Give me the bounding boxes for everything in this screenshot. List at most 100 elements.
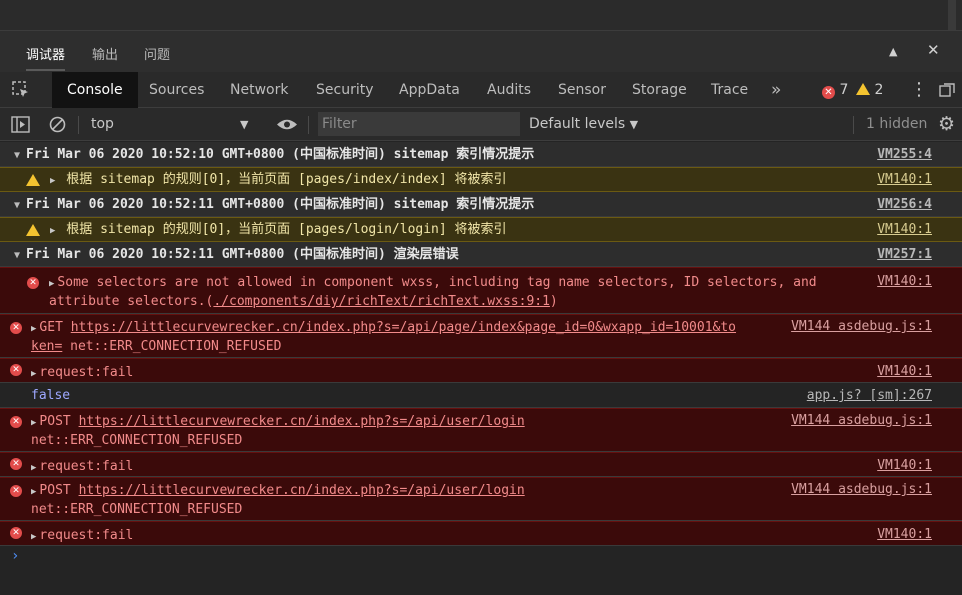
error-row: ✕ ▶ request:fail VM140:1 [0, 358, 962, 383]
http-method: POST [39, 414, 79, 429]
error-message: ▶ request:fail [31, 458, 962, 477]
tab-console[interactable]: Console [52, 72, 138, 108]
tab-output[interactable]: 输出 [92, 44, 118, 63]
close-icon[interactable]: ✕ [927, 41, 940, 59]
request-url[interactable]: https://littlecurvewrecker.cn/index.php?… [79, 483, 525, 498]
tab-appdata[interactable]: AppData [399, 72, 460, 108]
gear-icon[interactable]: ⚙ [938, 108, 955, 141]
prompt-chevron-icon: › [11, 548, 20, 564]
request-url[interactable]: https://littlecurvewrecker.cn/index.php?… [79, 414, 525, 429]
console-output: ▼ Fri Mar 06 2020 10:52:10 GMT+0800 (中国标准… [0, 142, 962, 595]
error-icon: ✕ [10, 485, 22, 497]
source-link[interactable]: VM140:1 [877, 458, 932, 473]
divider [853, 116, 854, 134]
filter-input[interactable] [318, 112, 520, 136]
error-text: net::ERR_CONNECTION_REFUSED [31, 502, 243, 517]
error-text: request:fail [39, 365, 134, 380]
more-tabs-icon[interactable]: » [771, 72, 781, 108]
clear-console-icon[interactable] [49, 116, 66, 133]
warning-icon [26, 224, 40, 236]
error-message: ▶ Some selectors are not allowed in compo… [49, 274, 962, 311]
error-row: ✕ ▶ Some selectors are not allowed in com… [0, 267, 962, 314]
source-link[interactable]: VM257:1 [877, 242, 932, 267]
group-title: Fri Mar 06 2020 10:52:10 GMT+0800 (中国标准时… [26, 147, 535, 162]
inspect-element-icon[interactable] [12, 81, 30, 99]
collapse-triangle-icon[interactable]: ▼ [14, 143, 20, 168]
error-text: request:fail [39, 528, 134, 543]
expand-icon[interactable]: ▶ [31, 369, 36, 379]
expand-icon[interactable]: ▶ [31, 487, 36, 497]
error-text: Some selectors are not allowed in compon… [57, 275, 817, 290]
expand-icon[interactable]: ▶ [50, 176, 55, 186]
log-levels-select[interactable]: Default levels ▼ [529, 108, 638, 141]
source-link[interactable]: VM140:1 [877, 364, 932, 379]
tab-problems[interactable]: 问题 [144, 44, 170, 63]
error-icon: ✕ [10, 527, 22, 539]
expand-icon[interactable]: ▶ [31, 418, 36, 428]
error-row: ✕ ▶ request:fail VM140:1 [0, 452, 962, 477]
source-link[interactable]: VM140:1 [877, 527, 932, 542]
scrollbar[interactable] [948, 0, 956, 30]
expand-icon[interactable]: ▶ [31, 324, 36, 334]
source-link[interactable]: VM140:1 [877, 274, 932, 289]
devtools-tabbar: Console Sources Network Security AppData… [0, 72, 962, 108]
tab-security[interactable]: Security [316, 72, 374, 108]
divider [78, 116, 79, 134]
warning-message: 根据 sitemap 的规则[0]，当前页面 [pages/index/inde… [66, 172, 507, 187]
source-link[interactable]: VM140:1 [877, 168, 932, 192]
log-value: false [31, 388, 71, 403]
context-dropdown-icon[interactable]: ▼ [240, 108, 248, 141]
file-link[interactable]: ./components/diy/richText/richText.wxss:… [213, 294, 550, 309]
warning-counter[interactable]: 2 [856, 72, 883, 108]
expand-icon[interactable]: ▶ [31, 463, 36, 473]
tab-debugger[interactable]: 调试器 [26, 44, 66, 71]
group-title: Fri Mar 06 2020 10:52:11 GMT+0800 (中国标准时… [26, 197, 535, 212]
expand-icon[interactable]: ▶ [31, 532, 36, 542]
error-icon: ✕ [10, 416, 22, 428]
error-text: request:fail [39, 459, 134, 474]
hidden-count: 1 hidden [866, 116, 928, 132]
source-link[interactable]: VM255:4 [877, 142, 932, 167]
warning-icon [26, 174, 40, 186]
source-link[interactable]: VM144 asdebug.js:1 [791, 482, 932, 497]
request-url[interactable]: ken= [31, 339, 62, 354]
error-counter[interactable]: ✕ 7 [822, 72, 848, 108]
context-select[interactable]: top [91, 108, 114, 141]
source-link[interactable]: VM144 asdebug.js:1 [791, 413, 932, 428]
source-link[interactable]: app.js? [sm]:267 [807, 383, 932, 408]
tab-trace[interactable]: Trace [711, 72, 748, 108]
tab-sensor[interactable]: Sensor [558, 72, 606, 108]
source-link[interactable]: VM144 asdebug.js:1 [791, 319, 932, 334]
eye-icon[interactable] [276, 118, 298, 131]
collapse-icon[interactable]: ▲ [889, 45, 897, 58]
source-link[interactable]: VM140:1 [877, 218, 932, 242]
tab-sources[interactable]: Sources [149, 72, 204, 108]
error-count: 7 [839, 82, 849, 98]
window-top-strip [0, 0, 962, 30]
log-group-header[interactable]: ▼ Fri Mar 06 2020 10:52:11 GMT+0800 (中国标准… [0, 242, 962, 267]
tab-audits[interactable]: Audits [487, 72, 531, 108]
error-row: ✕ ▶ POST https://littlecurvewrecker.cn/in… [0, 477, 962, 521]
sidebar-toggle-icon[interactable] [11, 116, 30, 133]
request-url[interactable]: https://littlecurvewrecker.cn/index.php?… [71, 320, 736, 335]
error-text: net::ERR_CONNECTION_REFUSED [31, 433, 243, 448]
warning-message: 根据 sitemap 的规则[0]，当前页面 [pages/login/logi… [66, 222, 507, 237]
error-icon: ✕ [27, 277, 39, 289]
tab-network[interactable]: Network [230, 72, 288, 108]
source-link[interactable]: VM256:4 [877, 192, 932, 217]
console-prompt-line[interactable]: › [0, 546, 962, 570]
error-text: attribute selectors.( [49, 294, 214, 309]
kebab-menu-icon[interactable]: ⋮ [910, 72, 928, 108]
log-levels-label: Default levels [529, 116, 626, 132]
log-group-header[interactable]: ▼ Fri Mar 06 2020 10:52:11 GMT+0800 (中国标准… [0, 192, 962, 217]
error-icon: ✕ [10, 458, 22, 470]
tab-storage[interactable]: Storage [632, 72, 687, 108]
collapse-triangle-icon[interactable]: ▼ [14, 243, 20, 268]
error-icon: ✕ [10, 322, 22, 334]
dock-icon[interactable] [939, 83, 955, 97]
warning-row: ▶ 根据 sitemap 的规则[0]，当前页面 [pages/login/lo… [0, 217, 962, 242]
expand-icon[interactable]: ▶ [49, 279, 54, 289]
collapse-triangle-icon[interactable]: ▼ [14, 193, 20, 218]
expand-icon[interactable]: ▶ [50, 226, 55, 236]
log-group-header[interactable]: ▼ Fri Mar 06 2020 10:52:10 GMT+0800 (中国标准… [0, 142, 962, 167]
